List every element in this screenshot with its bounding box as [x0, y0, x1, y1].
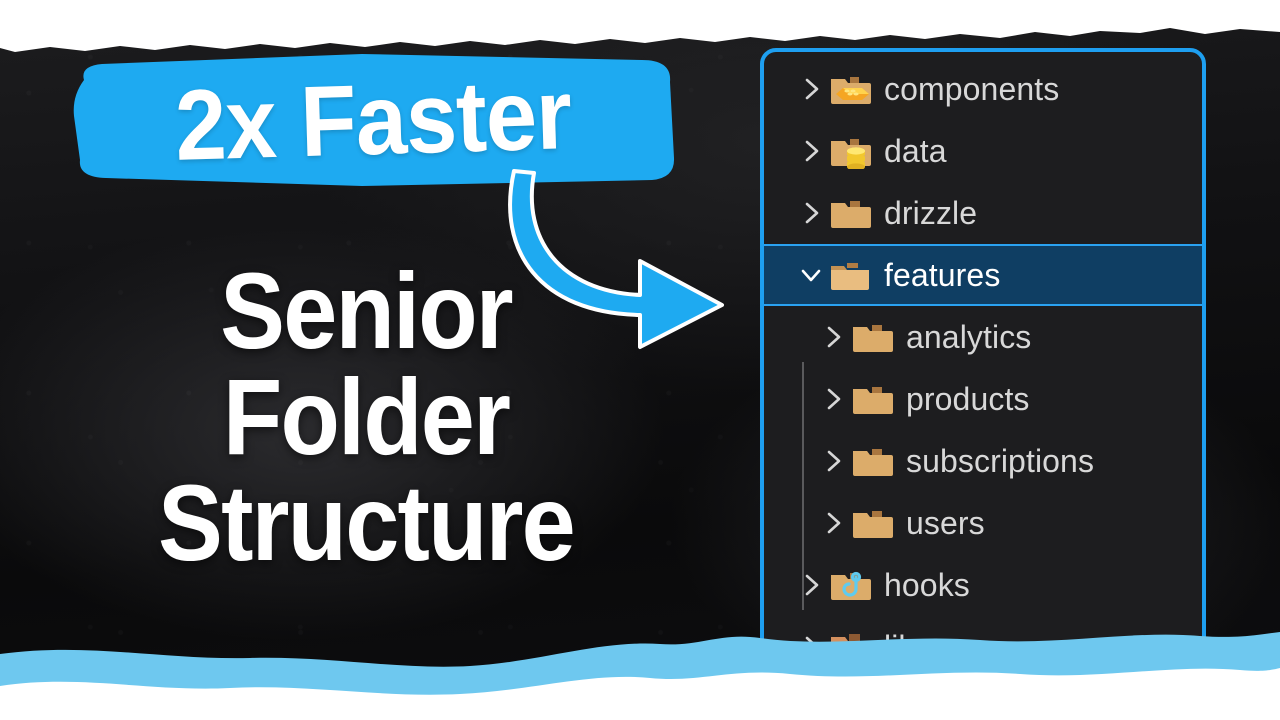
folder-books-icon [828, 629, 872, 660]
headline-line-1: Senior [220, 250, 513, 371]
file-explorer-panel[interactable]: components data drizzle features analytics pr… [760, 48, 1206, 664]
tree-row-label: drizzle [884, 194, 978, 231]
folder-icon [828, 195, 872, 231]
tree-row-label: products [906, 380, 1030, 417]
folder-database-icon [828, 133, 872, 169]
folder-icon [850, 319, 894, 355]
chevron-right-icon[interactable] [816, 448, 850, 474]
tree-row-label: subscriptions [906, 442, 1095, 479]
headline-line-3: Structure [158, 461, 576, 583]
chevron-right-icon[interactable] [794, 138, 828, 164]
tree-row-data[interactable]: data [764, 120, 1202, 182]
tree-row-label: components [884, 70, 1060, 107]
tree-row-label: data [884, 132, 947, 169]
chevron-right-icon[interactable] [794, 76, 828, 102]
tree-row-label: hooks [884, 566, 970, 603]
headline: Senior Folder Structure [96, 250, 636, 583]
tree-row-label: analytics [906, 318, 1032, 355]
speed-badge-text-wrap: 2x Faster [60, 41, 686, 199]
tree-row-users[interactable]: users [764, 492, 1202, 554]
chevron-down-icon[interactable] [794, 262, 828, 288]
tree-row-drizzle[interactable]: drizzle [764, 182, 1202, 244]
tree-row-lib[interactable]: lib [764, 616, 1202, 664]
chevron-right-icon[interactable] [794, 200, 828, 226]
chevron-right-icon[interactable] [816, 386, 850, 412]
tree-row-label: users [906, 504, 985, 541]
folder-icon [850, 505, 894, 541]
folder-hook-icon [828, 567, 872, 603]
tree-row-label: features [884, 256, 1001, 293]
chevron-right-icon[interactable] [794, 634, 828, 660]
tree-row-features[interactable]: features [764, 244, 1202, 306]
chevron-right-icon[interactable] [816, 510, 850, 536]
thumbnail-canvas: 2x Faster Senior Folder Structure compon… [0, 0, 1280, 720]
tree-row-components[interactable]: components [764, 58, 1202, 120]
folder-open-icon [828, 257, 872, 293]
folder-icon [850, 381, 894, 417]
chevron-right-icon[interactable] [794, 572, 828, 598]
file-tree: components data drizzle features analytics pr… [764, 52, 1202, 660]
speed-badge: 2x Faster [62, 50, 684, 190]
tree-row-hooks[interactable]: hooks [764, 554, 1202, 616]
folder-icon [850, 443, 894, 479]
indent-guide [802, 362, 804, 610]
chevron-right-icon[interactable] [816, 324, 850, 350]
speed-badge-label: 2x Faster [173, 58, 573, 182]
tree-row-label: lib [884, 628, 917, 664]
folder-lego-icon [828, 71, 872, 107]
headline-line-2: Folder [222, 355, 511, 477]
tree-row-subscriptions[interactable]: subscriptions [764, 430, 1202, 492]
tree-row-analytics[interactable]: analytics [764, 306, 1202, 368]
tree-row-products[interactable]: products [764, 368, 1202, 430]
